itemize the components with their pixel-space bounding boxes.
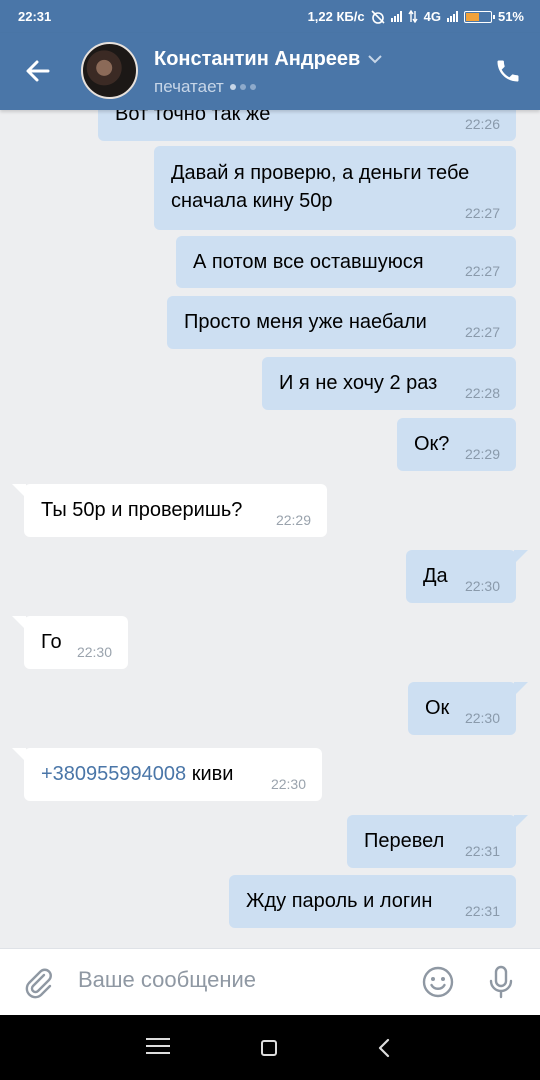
message-bubble[interactable]: Жду пароль и логин 22:31 [229, 875, 516, 928]
message-time: 22:29 [275, 512, 311, 528]
message-time: 22:27 [464, 263, 500, 279]
system-nav-bar [0, 1015, 540, 1080]
message-text: Ок [425, 697, 450, 719]
message-list[interactable]: Вот точно так же 22:26 Давай я проверю, … [0, 110, 540, 948]
paperclip-icon[interactable] [22, 966, 56, 1000]
message-time: 22:27 [464, 324, 500, 340]
emoji-icon[interactable] [421, 965, 455, 999]
message-bubble[interactable]: Вот точно так же 22:26 [98, 110, 516, 141]
contact-name[interactable]: Константин Андреев [154, 48, 383, 71]
data-transfer-icon [408, 10, 418, 23]
message-time: 22:31 [464, 903, 500, 919]
message-time: 22:29 [464, 446, 500, 462]
message-text: Да [423, 565, 448, 587]
chevron-down-icon [368, 55, 383, 64]
message-time: 22:26 [464, 116, 500, 132]
message-text: Давай я проверю, а деньги тебе сначала к… [171, 162, 470, 212]
message-time: 22:31 [464, 843, 500, 859]
message-time: 22:27 [464, 205, 500, 221]
message-text: +380955994008 киви [41, 760, 233, 788]
message-bubble[interactable]: Го 22:30 [12, 616, 128, 669]
menu-icon[interactable] [146, 1038, 170, 1056]
message-text: Просто меня уже наебали [184, 311, 427, 333]
chat-header: Константин Андреев печатает [0, 33, 540, 110]
signal-icon [390, 11, 402, 22]
message-composer: Ваше сообщение [0, 948, 540, 1015]
status-indicators: 1,22 КБ/с 4G 51% [308, 9, 524, 24]
message-input[interactable]: Ваше сообщение [78, 967, 256, 993]
status-time: 22:31 [18, 9, 52, 24]
network-type: 4G [423, 9, 441, 24]
home-icon[interactable] [261, 1040, 277, 1056]
phone-number-link[interactable]: +380955994008 [41, 763, 186, 785]
network-speed: 1,22 КБ/с [307, 9, 365, 24]
message-text: И я не хочу 2 раз [279, 372, 438, 394]
typing-status: печатает [154, 77, 256, 97]
message-bubble[interactable]: +380955994008 киви 22:30 [12, 748, 322, 801]
message-bubble[interactable]: И я не хочу 2 раз 22:28 [262, 357, 516, 410]
back-arrow-icon[interactable] [22, 55, 54, 87]
message-bubble[interactable]: Ок? 22:29 [397, 418, 516, 471]
alarm-off-icon [371, 9, 385, 24]
contact-name-text: Константин Андреев [154, 48, 361, 70]
message-text: Вот точно так же [115, 110, 271, 125]
battery-percent: 51% [497, 9, 524, 24]
signal-icon-2 [446, 11, 458, 22]
battery-icon [463, 10, 495, 23]
message-bubble[interactable]: Ок 22:30 [408, 682, 528, 735]
message-time: 22:30 [464, 710, 500, 726]
message-bubble[interactable]: Просто меня уже наебали 22:27 [167, 296, 516, 349]
message-bubble[interactable]: Ты 50р и проверишь? 22:29 [12, 484, 327, 537]
message-text: Го [41, 631, 62, 653]
message-text-suffix: киви [186, 763, 234, 785]
message-time: 22:30 [270, 776, 306, 792]
message-bubble[interactable]: Перевел 22:31 [347, 815, 528, 868]
message-text: Перевел [364, 830, 445, 852]
message-bubble[interactable]: А потом все оставшуюся 22:27 [176, 236, 516, 288]
phone-icon[interactable] [494, 57, 522, 85]
message-time: 22:30 [464, 578, 500, 594]
message-text: А потом все оставшуюся [193, 251, 424, 273]
typing-dots-icon [229, 84, 256, 90]
microphone-icon[interactable] [485, 964, 517, 1000]
message-text: Ты 50р и проверишь? [41, 499, 243, 521]
avatar[interactable] [81, 42, 138, 99]
message-bubble[interactable]: Да 22:30 [406, 550, 528, 603]
status-bar: 22:31 1,22 КБ/с 4G 51% [0, 0, 540, 33]
message-bubble[interactable]: Давай я проверю, а деньги тебе сначала к… [154, 146, 516, 230]
message-time: 22:28 [464, 385, 500, 401]
message-text: Ок? [414, 433, 450, 455]
nav-back-icon[interactable] [375, 1037, 395, 1059]
message-time: 22:30 [76, 644, 112, 660]
message-text: Жду пароль и логин [246, 890, 433, 912]
typing-status-text: печатает [154, 77, 224, 96]
